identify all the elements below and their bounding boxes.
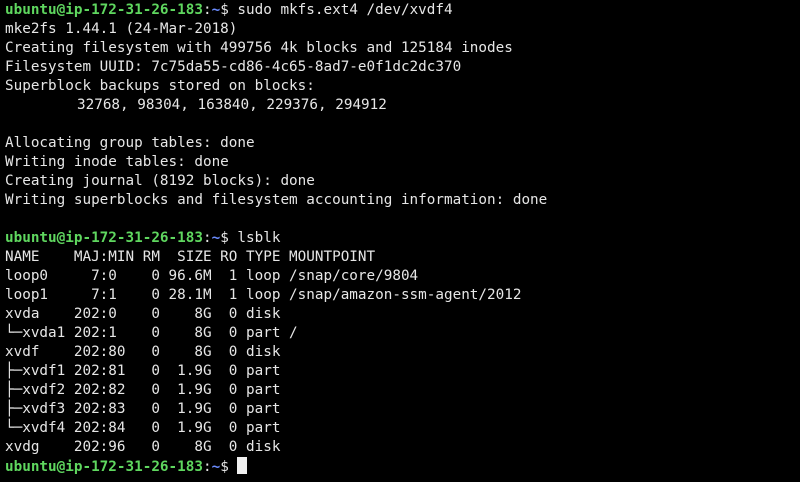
prompt-path: ~ [211,2,221,18]
text-cursor [237,457,248,474]
table-row: xvdg 202:96 0 8G 0 disk [5,439,281,455]
output-line: Creating journal (8192 blocks): done [5,173,315,189]
table-row: └─xvda1 202:1 0 8G 0 part / [5,325,298,341]
prompt-user-host: ubuntu@ip-172-31-26-183 [5,459,203,475]
table-row: xvda 202:0 0 8G 0 disk [5,306,281,322]
command-text: lsblk [237,230,281,246]
table-row: ├─xvdf2 202:82 0 1.9G 0 part [5,382,281,398]
output-line: Allocating group tables: done [5,135,255,151]
prompt-symbol: $ [220,459,238,475]
output-line: mke2fs 1.44.1 (24-Mar-2018) [5,21,238,37]
prompt-user-host: ubuntu@ip-172-31-26-183 [5,2,203,18]
output-line: Writing inode tables: done [5,154,229,170]
output-line: Superblock backups stored on blocks: [5,78,315,94]
command-line-active[interactable]: ubuntu@ip-172-31-26-183:~$ [5,457,800,476]
table-row: └─xvdf4 202:84 0 1.9G 0 part [5,420,281,436]
prompt-symbol: $ [220,2,238,18]
lsblk-output-table: NAME MAJ:MIN RM SIZE RO TYPE MOUNTPOINT … [5,248,800,457]
prompt-separator: : [202,230,212,246]
prompt-path: ~ [211,459,221,475]
command-text: sudo mkfs.ext4 /dev/xvdf4 [237,2,453,18]
table-row: loop1 7:1 0 28.1M 1 loop /snap/amazon-ss… [5,287,522,303]
mkfs-output-block: mke2fs 1.44.1 (24-Mar-2018) Creating fil… [5,20,800,229]
table-row: xvdf 202:80 0 8G 0 disk [5,344,281,360]
output-line: 32768, 98304, 163840, 229376, 294912 [77,97,387,113]
command-line-lsblk: ubuntu@ip-172-31-26-183:~$ lsblk [5,229,800,248]
output-line: Creating filesystem with 499756 4k block… [5,40,513,56]
command-line-mkfs: ubuntu@ip-172-31-26-183:~$ sudo mkfs.ext… [5,1,800,20]
table-row: loop0 7:0 0 96.6M 1 loop /snap/core/9804 [5,268,419,284]
terminal-window[interactable]: ubuntu@ip-172-31-26-183:~$ sudo mkfs.ext… [0,0,800,482]
table-row: ├─xvdf1 202:81 0 1.9G 0 part [5,363,281,379]
table-header: NAME MAJ:MIN RM SIZE RO TYPE MOUNTPOINT [5,249,376,265]
prompt-separator: : [202,2,212,18]
prompt-separator: : [202,459,212,475]
prompt-user-host: ubuntu@ip-172-31-26-183 [5,230,203,246]
table-row: ├─xvdf3 202:83 0 1.9G 0 part [5,401,281,417]
prompt-path: ~ [211,230,221,246]
prompt-symbol: $ [220,230,238,246]
output-line: Writing superblocks and filesystem accou… [5,192,548,208]
output-line: Filesystem UUID: 7c75da55-cd86-4c65-8ad7… [5,59,462,75]
